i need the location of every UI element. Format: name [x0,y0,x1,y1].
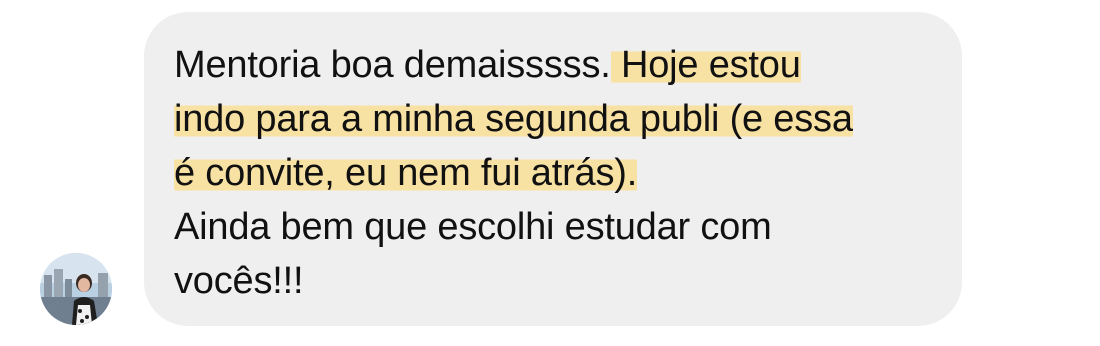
message-text-plain: Mentoria boa demaisssss. [174,44,611,86]
avatar-photo-icon [40,253,112,325]
message-text: Mentoria boa demaisssss. Hoje estou indo… [174,38,954,308]
highlighted-text: Hoje estou [610,44,801,86]
message-line-2: indo para a minha segunda publi (e essa [174,92,954,146]
message-line-5: vocês!!! [174,260,304,302]
message-line-1: Mentoria boa demaisssss. Hoje estou [174,38,954,92]
highlighted-text: é convite, eu nem fui atrás). [174,152,638,194]
chat-screen: Mentoria boa demaisssss. Hoje estou indo… [0,0,1100,346]
message-line-4: Ainda bem que escolhi estudar com [174,206,772,248]
sender-avatar[interactable] [40,253,112,325]
highlighted-text: indo para a minha segunda publi (e essa [174,98,853,140]
message-line-3: é convite, eu nem fui atrás). [174,146,954,200]
